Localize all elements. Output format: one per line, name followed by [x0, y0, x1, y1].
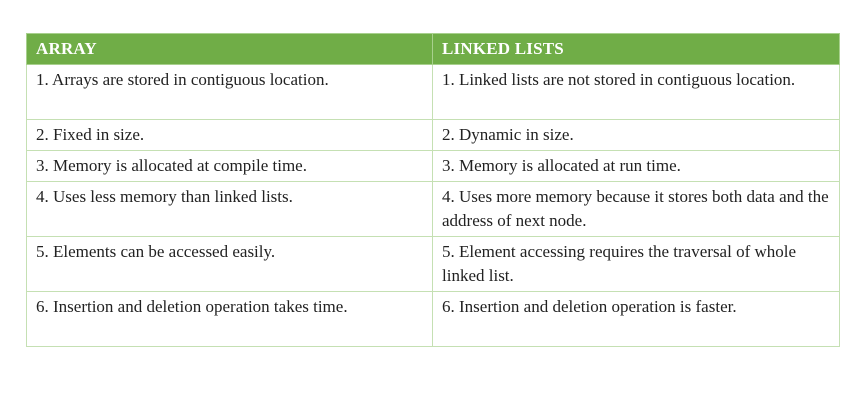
table-row: 6. Insertion and deletion operation take…: [26, 291, 840, 347]
array-cell: 3. Memory is allocated at compile time.: [26, 150, 433, 182]
array-cell: 4. Uses less memory than linked lists.: [26, 181, 433, 237]
array-cell: 1. Arrays are stored in contiguous locat…: [26, 64, 433, 120]
comparison-table-container: ARRAY LINKED LISTS 1. Arrays are stored …: [26, 33, 840, 347]
table-row: 1. Arrays are stored in contiguous locat…: [26, 64, 840, 120]
table-row: 2. Fixed in size. 2. Dynamic in size.: [26, 119, 840, 151]
table-header-row: ARRAY LINKED LISTS: [26, 33, 840, 65]
linked-list-cell: 3. Memory is allocated at run time.: [432, 150, 840, 182]
linked-list-cell: 5. Element accessing requires the traver…: [432, 236, 840, 292]
linked-list-cell: 6. Insertion and deletion operation is f…: [432, 291, 840, 347]
table-row: 3. Memory is allocated at compile time. …: [26, 150, 840, 182]
array-cell: 2. Fixed in size.: [26, 119, 433, 151]
table-row: 5. Elements can be accessed easily. 5. E…: [26, 236, 840, 292]
linked-list-cell: 1. Linked lists are not stored in contig…: [432, 64, 840, 120]
array-cell: 6. Insertion and deletion operation take…: [26, 291, 433, 347]
header-array: ARRAY: [26, 33, 433, 65]
header-linked-lists: LINKED LISTS: [432, 33, 840, 65]
array-cell: 5. Elements can be accessed easily.: [26, 236, 433, 292]
table-row: 4. Uses less memory than linked lists. 4…: [26, 181, 840, 237]
linked-list-cell: 4. Uses more memory because it stores bo…: [432, 181, 840, 237]
array-vs-linked-list-table: ARRAY LINKED LISTS 1. Arrays are stored …: [26, 33, 840, 347]
linked-list-cell: 2. Dynamic in size.: [432, 119, 840, 151]
